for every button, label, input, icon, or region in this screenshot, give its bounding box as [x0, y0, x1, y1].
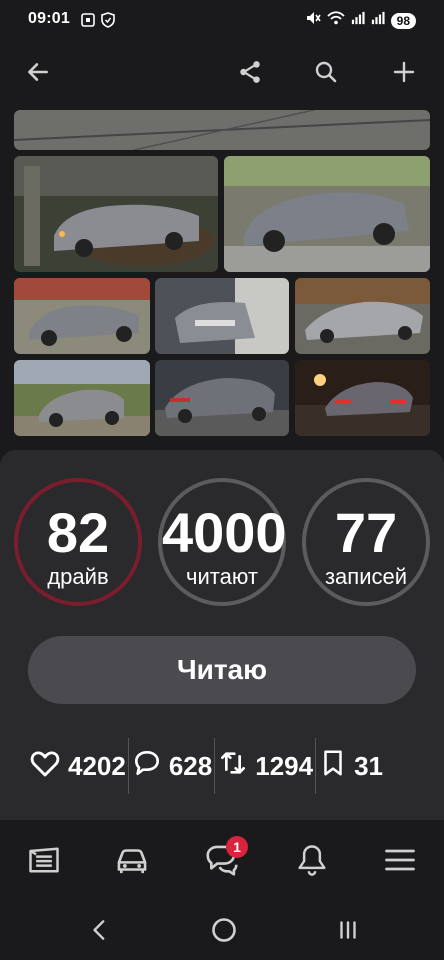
car-icon: [113, 841, 151, 884]
back-button[interactable]: [22, 56, 54, 88]
comment-icon: [131, 747, 163, 786]
bottom-navigation: 1: [0, 820, 444, 900]
system-home-button[interactable]: [206, 912, 242, 948]
posts-value: 77: [334, 501, 398, 564]
photo-gallery: [0, 108, 444, 440]
notification-badge: 1: [226, 836, 248, 858]
share-button[interactable]: [234, 56, 266, 88]
mute-icon: [305, 10, 321, 31]
status-bar: 09:01 98: [0, 0, 444, 40]
drive-stat[interactable]: 82 драйв: [14, 478, 142, 606]
readers-stat[interactable]: 4000 читают: [158, 478, 287, 606]
posts-label: записей: [324, 564, 408, 589]
menu-icon: [382, 842, 418, 883]
divider: [127, 738, 129, 794]
car-photo-3[interactable]: [14, 278, 150, 354]
photo-strip-top[interactable]: [14, 110, 430, 150]
search-button[interactable]: [310, 56, 342, 88]
car-photo-4[interactable]: [155, 278, 289, 354]
engagement-metrics: 4202 628 1294 31: [28, 738, 418, 794]
car-photo-2[interactable]: [224, 156, 430, 272]
car-photo-1[interactable]: [14, 156, 218, 272]
status-time: 09:01: [28, 10, 70, 27]
follow-button[interactable]: Читаю: [28, 636, 416, 704]
divider: [214, 738, 216, 794]
heart-icon: [28, 746, 62, 787]
nav-garage[interactable]: [112, 842, 152, 882]
bell-icon: [294, 842, 330, 883]
car-photo-6[interactable]: [14, 360, 150, 436]
reposts-metric[interactable]: 1294: [217, 747, 313, 786]
add-button[interactable]: [388, 56, 420, 88]
system-recents-button[interactable]: [330, 912, 366, 948]
likes-count: 4202: [68, 750, 126, 781]
bookmark-icon: [318, 748, 348, 785]
comments-metric[interactable]: 628: [131, 747, 212, 786]
system-back-button[interactable]: [82, 912, 118, 948]
battery-indicator: 98: [390, 12, 416, 29]
posts-stat[interactable]: 77 записей: [302, 478, 430, 606]
feed-icon: [26, 842, 62, 883]
drive-value: 82: [46, 501, 110, 564]
nav-menu[interactable]: [380, 842, 420, 882]
shield-icon: [100, 12, 116, 28]
likes-metric[interactable]: 4202: [28, 746, 126, 787]
drive-label: драйв: [47, 564, 109, 589]
nav-feed[interactable]: [24, 842, 64, 882]
system-navigation: [0, 900, 444, 960]
screenshot-icon: [80, 12, 96, 28]
readers-value: 4000: [162, 501, 287, 564]
bookmarks-count: 31: [354, 750, 383, 781]
reposts-count: 1294: [255, 750, 314, 781]
signal-icon: [351, 10, 365, 31]
car-photo-7[interactable]: [155, 360, 289, 436]
bookmarks-metric[interactable]: 31: [318, 748, 383, 785]
repost-icon: [217, 747, 249, 786]
nav-messages[interactable]: 1: [202, 836, 248, 882]
signal-icon-2: [371, 10, 385, 31]
car-photo-8[interactable]: [295, 360, 430, 436]
nav-notifications[interactable]: [292, 842, 332, 882]
car-photo-5[interactable]: [295, 278, 430, 354]
readers-label: читают: [186, 564, 258, 589]
comments-count: 628: [168, 750, 213, 781]
wifi-icon: [327, 10, 345, 31]
divider: [315, 738, 317, 794]
top-app-bar: [0, 46, 444, 98]
